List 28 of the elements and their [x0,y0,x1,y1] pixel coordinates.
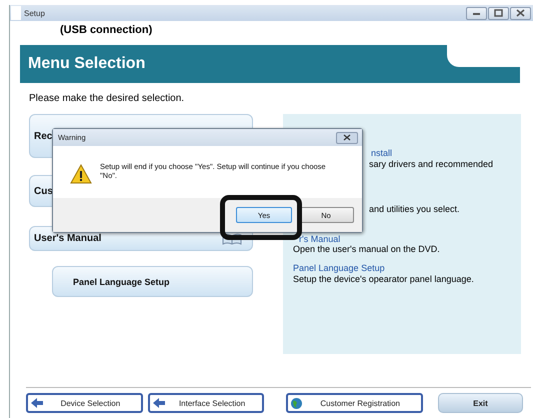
warning-icon [70,164,92,184]
nav-button[interactable]: Interface Selection [148,393,264,413]
maximize-button[interactable] [488,6,509,20]
description-text: Open the user's manual on the DVD. [293,244,441,255]
description-text: and utilities you select. [369,204,461,215]
subtitle: (USB connection) [60,24,154,38]
nav-button[interactable]: Device Selection [26,393,143,413]
description-title: r's Manual [299,234,342,244]
close-button[interactable] [510,6,531,20]
nav-button[interactable]: Customer Registration [286,393,423,413]
left-arrow-icon [31,398,43,408]
banner-title: Menu Selection [28,55,146,73]
description-title: nstall [371,148,394,159]
left-arrow-icon [152,398,165,408]
minimize-button[interactable] [466,6,487,20]
app-icon [11,6,21,20]
description-text: sary drivers and recommended [369,159,494,170]
window-title: Setup [24,8,46,18]
description-title: Panel Language Setup [293,263,386,274]
instruction-text: Please make the desired selection. [29,93,186,104]
close-icon [343,134,351,141]
description-text: Setup the device's opearator panel language. [293,274,475,285]
dialog-close-button[interactable] [336,132,358,144]
close-icon [514,7,527,19]
maximize-icon [492,7,505,19]
nav-button[interactable]: Exit [438,393,523,413]
menu-button[interactable]: Panel Language Setup [52,266,253,297]
globe-icon [291,398,302,408]
